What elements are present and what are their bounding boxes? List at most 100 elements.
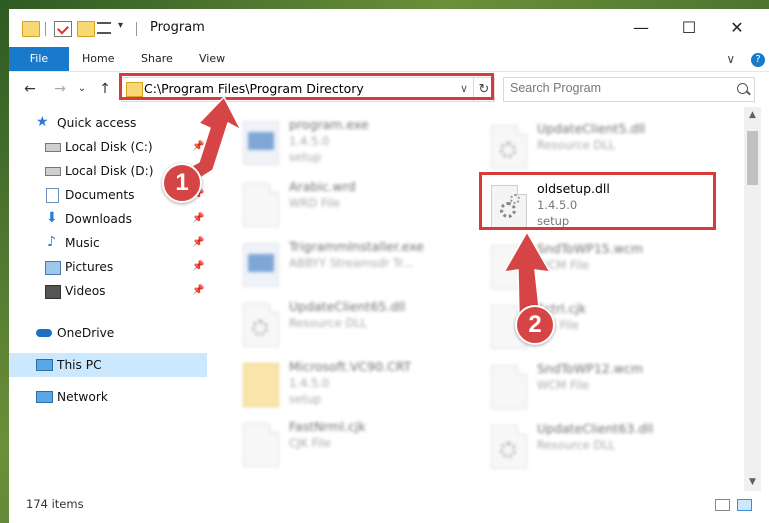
file-name: Arabic.wrd [289, 179, 356, 194]
network-icon [36, 391, 53, 403]
sidebar-item-label: Pictures [65, 260, 114, 274]
help-icon[interactable]: ? [751, 52, 765, 67]
file-type: WCM File [537, 378, 590, 392]
sidebar-item-quick-access[interactable]: ★ Quick access [9, 111, 207, 135]
tab-file[interactable]: File [9, 47, 69, 71]
back-button[interactable]: ← [20, 80, 40, 98]
file-item[interactable]: TrigrammInstaller.exe ABBYY Streamsdr Tr… [243, 239, 493, 297]
file-description: setup [289, 150, 322, 164]
sidebar-item-downloads[interactable]: ⬇ Downloads 📌 [9, 207, 207, 231]
pin-icon[interactable]: 📌 [192, 135, 204, 159]
maximize-button[interactable]: ☐ [666, 9, 712, 47]
sidebar-item-local-disk-c[interactable]: Local Disk (C:) 📌 [9, 135, 207, 159]
computer-icon [36, 359, 53, 371]
music-icon: ♪ [47, 234, 56, 250]
sidebar-item-label: Documents [65, 188, 135, 202]
search-input[interactable] [510, 81, 720, 95]
scrollbar-thumb[interactable] [747, 131, 758, 185]
file-item[interactable]: FastNrml.cjk CJK File [243, 419, 493, 477]
file-item[interactable]: UpdateClient65.dll Resource DLL [243, 299, 493, 357]
tab-home[interactable]: Home [82, 47, 114, 71]
expand-ribbon-icon[interactable]: ∨ [726, 52, 735, 66]
file-item[interactable]: UpdateClient5.dll Resource DLL [491, 121, 741, 179]
dll-icon [491, 125, 527, 169]
file-item[interactable]: UpdateClient63.dll Resource DLL [491, 421, 741, 479]
details-view-icon[interactable] [715, 499, 730, 511]
file-name: program.exe [289, 117, 369, 132]
pin-icon[interactable]: 📌 [192, 279, 204, 303]
address-bar-highlight [119, 73, 494, 100]
file-type: Resource DLL [289, 316, 368, 330]
quick-access-dropdown[interactable]: ▾ [118, 20, 123, 31]
videos-icon [45, 285, 61, 299]
customize-toolbar-icon[interactable] [97, 22, 111, 34]
search-box[interactable] [503, 77, 755, 102]
file-type: WRD File [289, 196, 341, 210]
minimize-button[interactable]: — [618, 9, 664, 47]
step-marker-2: 2 [515, 305, 555, 345]
file-name: TrigrammInstaller.exe [289, 239, 424, 254]
sidebar-item-label: Music [65, 236, 100, 250]
forward-button[interactable]: → [50, 80, 70, 98]
pin-icon[interactable]: 📌 [192, 255, 204, 279]
app-icon [243, 121, 279, 165]
properties-icon[interactable] [54, 21, 72, 37]
sidebar-item-this-pc[interactable]: This PC [9, 353, 207, 377]
file-item[interactable]: SndToWP15.wcm WCM File [491, 241, 741, 299]
pin-icon[interactable]: 📌 [192, 207, 204, 231]
file-description: setup [289, 392, 322, 406]
vertical-scrollbar[interactable]: ▲ ▼ [744, 107, 761, 491]
file-version: 1.4.5.0 [289, 376, 330, 390]
tab-view[interactable]: View [199, 47, 225, 71]
pin-icon[interactable]: 📌 [192, 231, 204, 255]
file-icon [491, 365, 527, 409]
file-type: WCM File [537, 258, 590, 272]
exe-icon [243, 243, 279, 287]
up-button[interactable]: ↑ [95, 80, 115, 98]
scroll-up-icon[interactable]: ▲ [744, 107, 761, 124]
close-button[interactable]: ✕ [714, 9, 760, 47]
file-item[interactable]: Arabic.wrd WRD File [243, 179, 493, 237]
pictures-icon [45, 261, 61, 275]
sidebar-item-label: Videos [65, 284, 106, 298]
status-bar: 174 items [9, 491, 769, 523]
sidebar-item-onedrive[interactable]: OneDrive [9, 321, 207, 345]
toolbar-divider [45, 22, 46, 36]
explorer-window: ▾ Program — ☐ ✕ File Home Share View ∨ ?… [9, 9, 769, 523]
sidebar-item-label: OneDrive [57, 326, 115, 340]
file-item[interactable]: SndToWP12.wcm WCM File [491, 361, 741, 419]
file-name: UpdateClient5.dll [537, 121, 646, 136]
drive-icon [45, 167, 61, 176]
scroll-down-icon[interactable]: ▼ [744, 474, 761, 491]
new-folder-icon[interactable] [77, 21, 95, 37]
file-item[interactable]: Microsoft.VC90.CRT 1.4.5.0 setup [243, 359, 493, 417]
window-title: Program [150, 20, 205, 35]
sidebar-item-label: Network [57, 390, 108, 404]
tab-share[interactable]: Share [141, 47, 173, 71]
documents-icon [46, 188, 59, 203]
search-icon[interactable] [737, 83, 748, 94]
file-name: UpdateClient65.dll [289, 299, 406, 314]
item-count: 174 items [26, 497, 84, 511]
file-icon [243, 423, 279, 467]
title-bar[interactable]: ▾ Program — ☐ ✕ [9, 9, 769, 47]
sidebar-item-label: This PC [57, 358, 102, 372]
file-type: ABBYY Streamsdr Tr... [289, 256, 413, 270]
large-icons-view-icon[interactable] [737, 499, 752, 511]
sidebar-item-pictures[interactable]: Pictures 📌 [9, 255, 207, 279]
file-name: SndToWP15.wcm [537, 241, 643, 256]
file-type: Resource DLL [537, 438, 616, 452]
folder-icon [243, 363, 279, 407]
file-name: Microsoft.VC90.CRT [289, 359, 412, 374]
folder-icon [22, 21, 40, 37]
sidebar-item-network[interactable]: Network [9, 385, 207, 409]
file-icon [491, 245, 527, 289]
file-type: CJK File [289, 436, 331, 450]
recent-locations-button[interactable]: ⌄ [72, 80, 92, 98]
sidebar-item-music[interactable]: ♪ Music 📌 [9, 231, 207, 255]
file-name: SndToWP12.wcm [537, 361, 643, 376]
file-item[interactable]: program.exe 1.4.5.0 setup [243, 117, 493, 175]
sidebar-item-videos[interactable]: Videos 📌 [9, 279, 207, 303]
sidebar-item-label: Quick access [57, 116, 137, 130]
title-divider [136, 22, 137, 36]
